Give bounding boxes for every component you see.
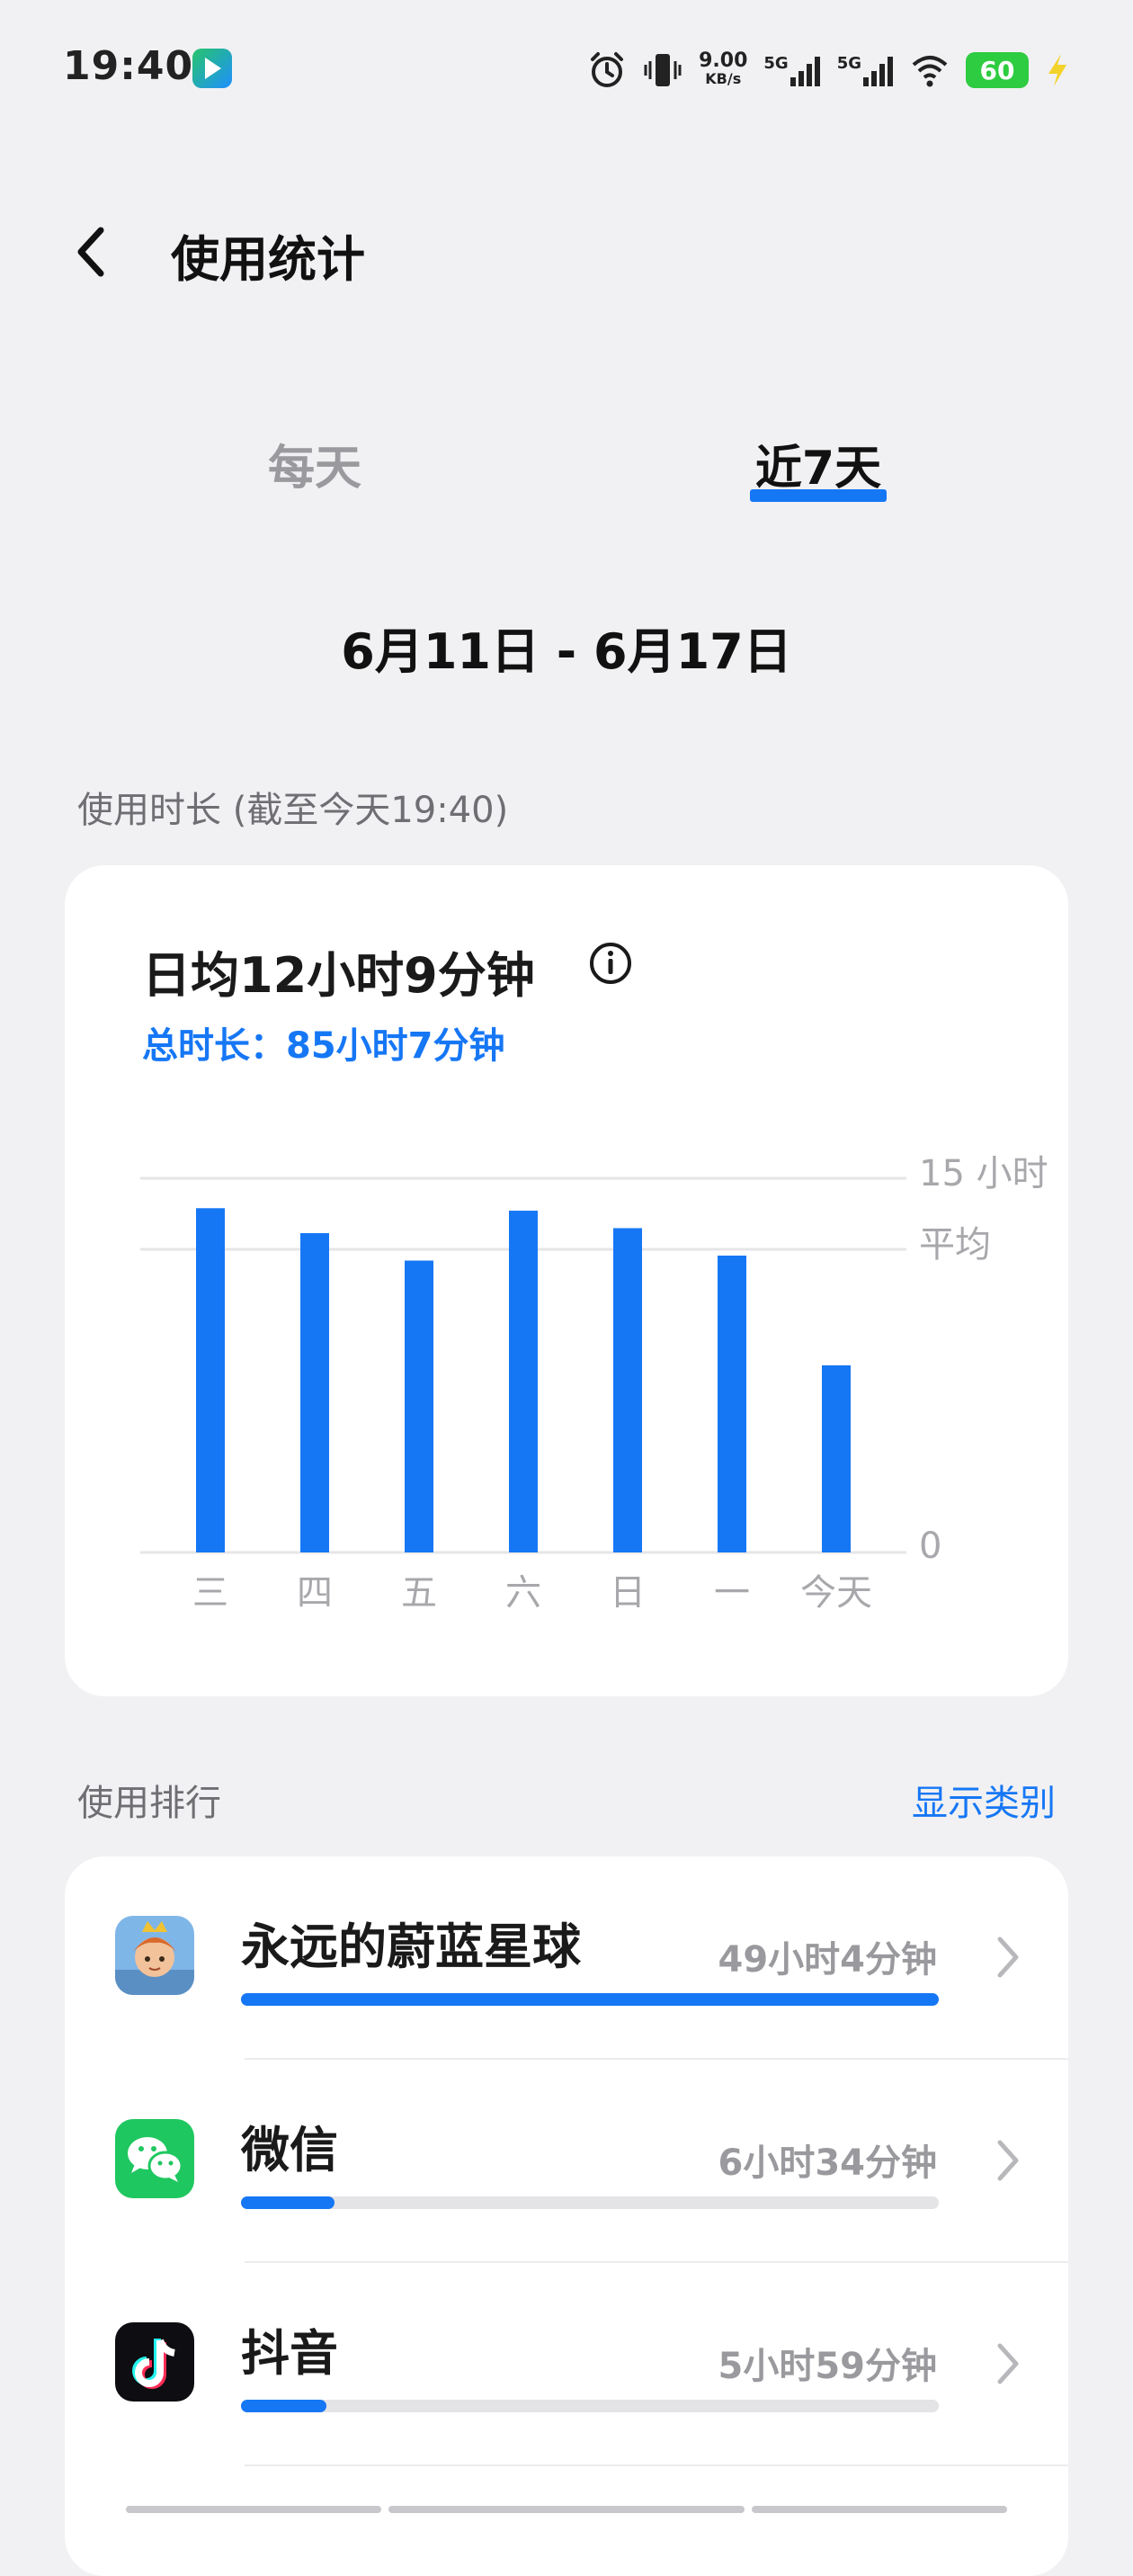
app-usage-time: 6小时34分钟 xyxy=(718,2142,938,2184)
y-tick-label-average: 平均 xyxy=(919,1224,991,1266)
y-tick-label-max: 15 小时 xyxy=(919,1153,1048,1194)
chevron-right-icon xyxy=(997,2343,1019,2384)
app-usage-time: 5小时59分钟 xyxy=(718,2346,938,2387)
network-speed: 9.00 KB/s xyxy=(699,49,748,88)
wifi-icon xyxy=(912,56,948,87)
alarm-icon xyxy=(591,52,624,87)
app-name: 抖音 xyxy=(241,2325,338,2382)
tab-active-indicator xyxy=(750,489,887,502)
game-icon xyxy=(115,1916,194,1995)
date-range: 6月11日 - 6月17日 xyxy=(341,623,792,680)
back-button[interactable] xyxy=(63,216,117,288)
vibrate-icon xyxy=(644,54,682,86)
tab-daily[interactable]: 每天 xyxy=(216,430,414,497)
app-usage-time: 49小时4分钟 xyxy=(718,1939,938,1981)
charging-bolt-icon xyxy=(1048,54,1066,86)
usage-progress-track xyxy=(241,2196,939,2209)
x-tick-label-3: 六 xyxy=(505,1572,541,1614)
page-title: 使用统计 xyxy=(171,231,365,288)
status-icons: 9.00 KB/s 5G 5G 60 xyxy=(587,45,1070,95)
next-row-peek xyxy=(126,2506,1007,2513)
usage-progress-track xyxy=(241,1993,939,2006)
bar-6 xyxy=(822,1365,851,1552)
ranking-section-label: 使用排行 xyxy=(77,1783,221,1824)
status-time: 19:40 xyxy=(63,43,194,89)
x-tick-label-2: 五 xyxy=(401,1572,437,1614)
usage-progress-fill xyxy=(241,2400,326,2412)
x-tick-label-4: 日 xyxy=(610,1572,646,1614)
back-arrow-icon xyxy=(77,227,104,277)
video-app-notification-icon xyxy=(192,49,232,88)
app-name: 永远的蔚蓝星球 xyxy=(241,1919,581,1975)
y-tick-label-zero: 0 xyxy=(919,1525,941,1567)
ranking-card: 永远的蔚蓝星球 49小时4分钟 微信 6小时34分钟 抖音 5小时59分钟 xyxy=(65,1856,1068,2576)
bar-3 xyxy=(509,1211,538,1552)
usage-progress-fill xyxy=(241,2196,335,2209)
usage-progress-track xyxy=(241,2400,939,2412)
usage-section-label: 使用时长 (截至今天19:40) xyxy=(77,790,509,831)
bar-1 xyxy=(300,1233,329,1552)
signal-bars-icon xyxy=(863,57,893,86)
app-row-douyin[interactable]: 抖音 5小时59分钟 xyxy=(65,2263,1068,2464)
x-tick-label-6: 今天 xyxy=(800,1572,872,1614)
x-tick-label-5: 一 xyxy=(714,1572,750,1614)
app-row-azure-planet[interactable]: 永远的蔚蓝星球 49小时4分钟 xyxy=(65,1856,1068,2058)
douyin-icon xyxy=(115,2322,194,2402)
bar-0 xyxy=(196,1208,225,1552)
x-tick-label-1: 四 xyxy=(297,1572,333,1614)
chevron-right-icon xyxy=(997,1936,1019,1978)
signal-2: 5G xyxy=(837,54,894,86)
tab-last-7-days[interactable]: 近7天 xyxy=(719,430,917,497)
battery-indicator: 60 xyxy=(966,52,1029,88)
usage-bar-chart: 三 四 五 六 日 一 今天 15 小时平均 0 xyxy=(140,1153,1048,1614)
chevron-right-icon xyxy=(997,2140,1019,2181)
bar-5 xyxy=(718,1255,746,1552)
signal-bars-icon xyxy=(790,57,820,86)
app-name: 微信 xyxy=(241,2122,338,2178)
row-divider xyxy=(245,2464,1068,2466)
wechat-icon xyxy=(115,2119,194,2198)
show-category-link[interactable]: 显示类别 xyxy=(912,1774,1056,1826)
x-tick-label-0: 三 xyxy=(192,1572,228,1614)
usage-card: 日均12小时9分钟 总时长：85小时7分钟 三四五六日一今天 15 小时 平均 0 xyxy=(65,865,1068,1696)
usage-progress-fill xyxy=(241,1993,939,2006)
bar-4 xyxy=(613,1228,642,1552)
signal-1: 5G xyxy=(763,54,820,86)
bar-2 xyxy=(405,1260,433,1552)
app-row-wechat[interactable]: 微信 6小时34分钟 xyxy=(65,2060,1068,2261)
